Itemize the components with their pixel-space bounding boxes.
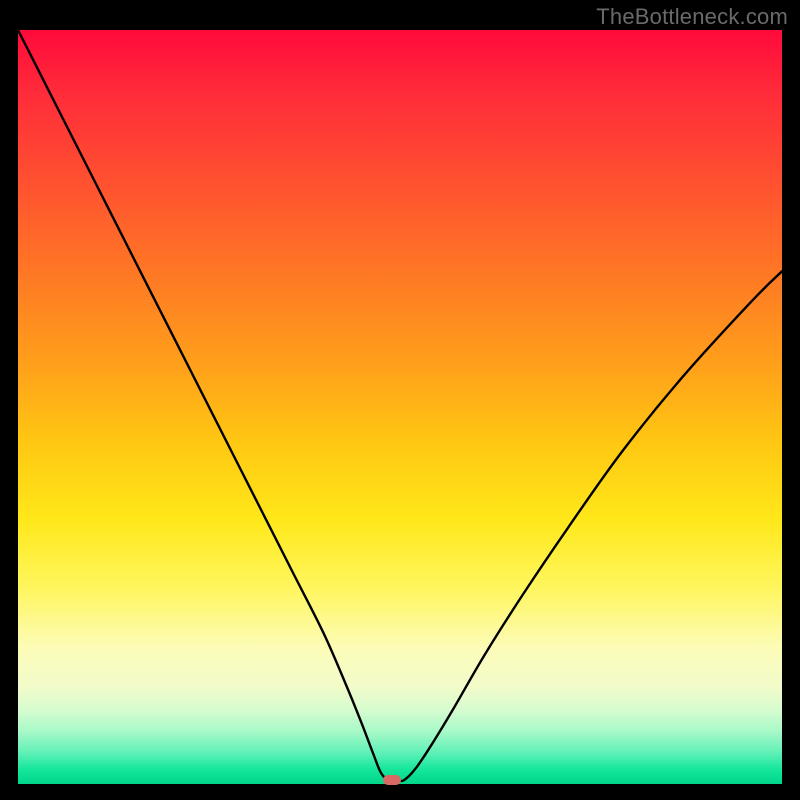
- minimum-marker: [383, 775, 401, 785]
- chart-frame: TheBottleneck.com: [0, 0, 800, 800]
- bottleneck-curve: [18, 30, 782, 784]
- watermark-text: TheBottleneck.com: [596, 4, 788, 30]
- plot-area: [18, 30, 782, 784]
